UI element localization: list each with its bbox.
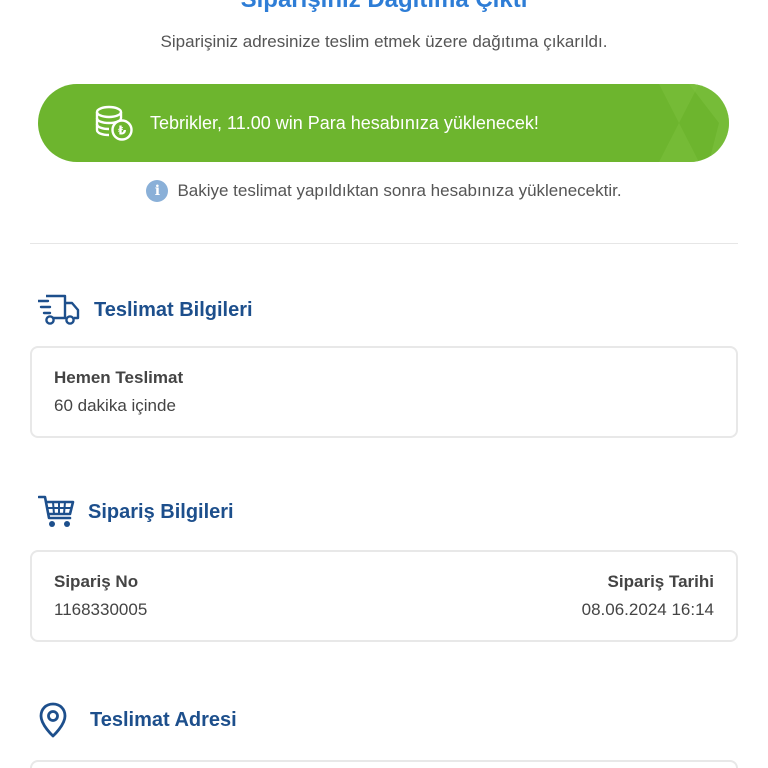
balance-note-text: Bakiye teslimat yapıldıktan sonra hesabı… [177, 181, 622, 200]
divider [30, 243, 738, 244]
order-no-value: 1168330005 [54, 600, 148, 619]
banner-decoration [659, 84, 729, 162]
order-no-label: Sipariş No [54, 572, 139, 591]
coins-icon: ₺ [95, 105, 133, 141]
order-card: Sipariş No 1168330005 Sipariş Tarihi 08.… [30, 550, 738, 642]
delivery-type-value: 60 dakika içinde [54, 396, 176, 415]
order-no-group: Sipariş No 1168330005 [54, 572, 147, 620]
reward-banner: ₺ Tebrikler, 11.00 win Para hesabınıza y… [38, 84, 729, 162]
delivery-info-header: Teslimat Bilgileri [38, 294, 253, 326]
reward-message: Tebrikler, 11.00 win Para hesabınıza yük… [150, 112, 539, 133]
shopping-cart-icon [38, 495, 75, 527]
order-date-group: Sipariş Tarihi 08.06.2024 16:14 [582, 572, 714, 620]
page-title: Siparişiniz Dağıtıma Çıktı [0, 0, 768, 14]
delivery-truck-icon [38, 294, 80, 325]
order-date-label: Sipariş Tarihi [607, 572, 714, 591]
order-date-value: 08.06.2024 16:14 [581, 600, 714, 619]
svg-text:₺: ₺ [118, 124, 127, 138]
order-info-title: Sipariş Bilgileri [88, 500, 234, 523]
address-card [30, 760, 738, 768]
address-title: Teslimat Adresi [90, 708, 237, 731]
page-subtitle: Siparişiniz adresinize teslim etmek üzer… [160, 32, 608, 51]
delivery-info-title: Teslimat Bilgileri [94, 298, 253, 321]
address-header: Teslimat Adresi [38, 702, 237, 738]
location-pin-icon [39, 702, 67, 738]
delivery-card: Hemen Teslimat 60 dakika içinde [30, 346, 738, 438]
info-icon: i [146, 180, 169, 202]
order-info-header: Sipariş Bilgileri [38, 494, 234, 530]
balance-note: i Bakiye teslimat yapıldıktan sonra hesa… [0, 180, 768, 202]
delivery-type-label: Hemen Teslimat [54, 368, 184, 387]
